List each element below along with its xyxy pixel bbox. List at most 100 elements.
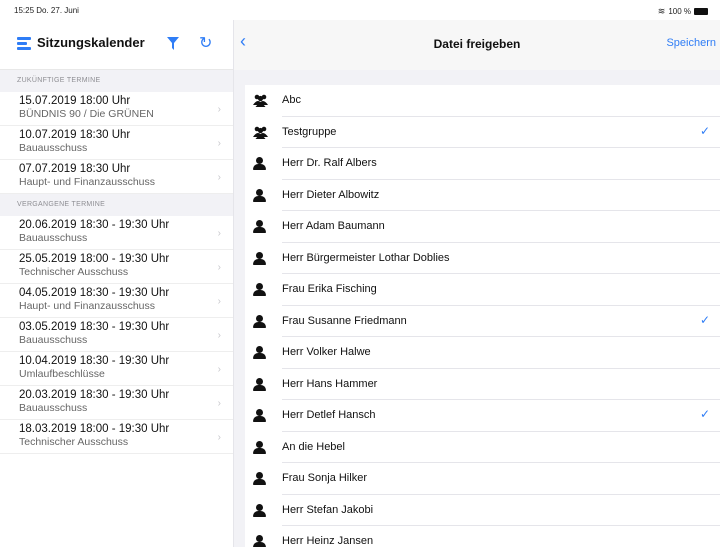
event-item[interactable]: 18.03.2019 18:00 - 19:30 Uhr Technischer … bbox=[0, 420, 233, 454]
chevron-right-icon: › bbox=[217, 296, 221, 307]
event-date: 07.07.2019 18:30 Uhr bbox=[19, 163, 131, 175]
save-button[interactable]: Speichern bbox=[666, 37, 716, 49]
recipient-name: Herr Heinz Jansen bbox=[282, 535, 374, 547]
recipient-name: Abc bbox=[282, 94, 301, 106]
recipient-row[interactable]: Frau Susanne Friedmann ✓ bbox=[245, 306, 720, 337]
group-icon bbox=[253, 126, 268, 139]
checkmark-icon: ✓ bbox=[699, 312, 710, 327]
filter-icon[interactable] bbox=[166, 36, 180, 52]
recipient-name: Frau Sonja Hilker bbox=[282, 472, 367, 484]
recipient-name: Herr Dr. Ralf Albers bbox=[282, 157, 377, 169]
recipient-row[interactable]: Herr Hans Hammer bbox=[245, 369, 720, 400]
refresh-icon[interactable]: ↻ bbox=[199, 33, 212, 53]
section-header: VERGANGENE TERMINE bbox=[0, 194, 233, 216]
recipient-name: Frau Susanne Friedmann bbox=[282, 314, 407, 327]
event-committee: Technischer Ausschuss bbox=[19, 436, 129, 448]
person-icon bbox=[253, 472, 267, 485]
chevron-right-icon: › bbox=[217, 172, 221, 183]
battery-label: 100 % bbox=[668, 7, 691, 16]
event-date: 04.05.2019 18:30 - 19:30 Uhr bbox=[19, 287, 170, 299]
event-item[interactable]: 04.05.2019 18:30 - 19:30 Uhr Haupt- und F… bbox=[0, 284, 233, 318]
sidebar-navbar: Sitzungskalender ↻ bbox=[0, 20, 233, 70]
status-time: 15:25 Do. 27. Juni bbox=[14, 6, 79, 15]
person-icon bbox=[253, 377, 267, 391]
recipient-name: An die Hebel bbox=[282, 440, 345, 453]
recipient-row[interactable]: Herr Volker Halwe bbox=[245, 337, 720, 369]
person-icon bbox=[253, 283, 267, 296]
status-battery: ≋ 100 % bbox=[658, 6, 708, 17]
recipient-name: Herr Stefan Jakobi bbox=[282, 503, 374, 516]
chevron-right-icon: › bbox=[217, 104, 221, 115]
person-icon bbox=[253, 503, 267, 517]
share-panel: ‹ Datei freigeben Speichern Abc Testgrupp… bbox=[234, 20, 720, 547]
recipient-row[interactable]: Testgruppe ✓ bbox=[245, 117, 720, 148]
event-date: 10.04.2019 18:30 - 19:30 Uhr bbox=[19, 355, 170, 367]
recipient-row[interactable]: Herr Dr. Ralf Albers bbox=[245, 148, 720, 180]
recipient-row[interactable]: Frau Erika Fisching bbox=[245, 274, 720, 306]
event-committee: Technischer Ausschuss bbox=[19, 266, 129, 278]
checkmark-icon: ✓ bbox=[699, 123, 710, 138]
recipient-row[interactable]: An die Hebel bbox=[245, 432, 720, 463]
event-item[interactable]: 10.04.2019 18:30 - 19:30 Uhr Umlaufbeschl… bbox=[0, 352, 233, 386]
recipient-name: Herr Bürgermeister Lothar Doblies bbox=[282, 251, 450, 264]
chevron-right-icon: › bbox=[217, 330, 221, 341]
person-icon bbox=[253, 220, 267, 233]
event-committee: Haupt- und Finanzausschuss bbox=[19, 300, 155, 312]
event-item[interactable]: 20.03.2019 18:30 - 19:30 Uhr Bauausschuss… bbox=[0, 386, 233, 420]
event-date: 15.07.2019 18:00 Uhr bbox=[19, 95, 131, 107]
recipient-name: Herr Volker Halwe bbox=[282, 346, 371, 358]
event-committee: Bauausschuss bbox=[19, 334, 88, 346]
recipient-name: Herr Dieter Albowitz bbox=[282, 188, 380, 201]
group-icon bbox=[253, 94, 268, 107]
recipient-row[interactable]: Herr Adam Baumann bbox=[245, 211, 720, 243]
recipient-name: Frau Erika Fisching bbox=[282, 283, 377, 295]
event-committee: BÜNDNIS 90 / Die GRÜNEN bbox=[19, 108, 154, 120]
event-committee: Haupt- und Finanzausschuss bbox=[19, 176, 155, 188]
event-item[interactable]: 10.07.2019 18:30 Uhr Bauausschuss › bbox=[0, 126, 233, 160]
event-date: 03.05.2019 18:30 - 19:30 Uhr bbox=[19, 321, 170, 333]
event-item[interactable]: 07.07.2019 18:30 Uhr Haupt- und Finanzaus… bbox=[0, 160, 233, 194]
recipient-name: Herr Adam Baumann bbox=[282, 220, 385, 232]
recipient-list: Abc Testgruppe ✓ Herr Dr. Ralf Albers Herr D… bbox=[245, 85, 720, 547]
recipient-name: Herr Hans Hammer bbox=[282, 377, 378, 390]
event-committee: Umlaufbeschlüsse bbox=[19, 368, 105, 380]
menu-icon[interactable] bbox=[17, 37, 31, 50]
recipient-row[interactable]: Herr Dieter Albowitz bbox=[245, 180, 720, 211]
recipient-row[interactable]: Abc bbox=[245, 85, 720, 117]
event-date: 25.05.2019 18:00 - 19:30 Uhr bbox=[19, 253, 170, 265]
event-date: 20.06.2019 18:30 - 19:30 Uhr bbox=[19, 219, 170, 231]
checkmark-icon: ✓ bbox=[699, 407, 710, 421]
person-icon bbox=[253, 409, 267, 422]
recipient-row[interactable]: Herr Bürgermeister Lothar Doblies bbox=[245, 243, 720, 274]
chevron-right-icon: › bbox=[217, 138, 221, 149]
chevron-right-icon: › bbox=[217, 364, 221, 375]
person-icon bbox=[253, 251, 267, 265]
event-committee: Bauausschuss bbox=[19, 402, 88, 414]
recipient-row[interactable]: Herr Heinz Jansen bbox=[245, 526, 720, 547]
recipient-row[interactable]: Herr Detlef Hansch ✓ bbox=[245, 400, 720, 432]
event-item[interactable]: 20.06.2019 18:30 - 19:30 Uhr Bauausschuss… bbox=[0, 216, 233, 250]
event-item[interactable]: 15.07.2019 18:00 Uhr BÜNDNIS 90 / Die GRÜ… bbox=[0, 92, 233, 126]
recipient-row[interactable]: Frau Sonja Hilker bbox=[245, 463, 720, 495]
recipient-row[interactable]: Herr Stefan Jakobi bbox=[245, 495, 720, 526]
event-committee: Bauausschuss bbox=[19, 232, 88, 244]
event-date: 18.03.2019 18:00 - 19:30 Uhr bbox=[19, 423, 170, 435]
chevron-right-icon: › bbox=[217, 432, 221, 443]
event-date: 20.03.2019 18:30 - 19:30 Uhr bbox=[19, 389, 170, 401]
chevron-right-icon: › bbox=[217, 262, 221, 273]
share-navbar: ‹ Datei freigeben Speichern bbox=[234, 20, 720, 70]
event-item[interactable]: 03.05.2019 18:30 - 19:30 Uhr Bauausschuss… bbox=[0, 318, 233, 352]
person-icon bbox=[253, 535, 267, 547]
event-sections: ZUKÜNFTIGE TERMINE 15.07.2019 18:00 Uhr BÜ… bbox=[0, 70, 233, 454]
person-icon bbox=[253, 440, 267, 454]
wifi-icon: ≋ bbox=[657, 6, 666, 16]
person-icon bbox=[253, 157, 267, 170]
chevron-right-icon: › bbox=[217, 398, 221, 409]
recipient-name: Testgruppe bbox=[282, 125, 337, 138]
event-date: 10.07.2019 18:30 Uhr bbox=[19, 129, 131, 141]
event-item[interactable]: 25.05.2019 18:00 - 19:30 Uhr Technischer … bbox=[0, 250, 233, 284]
battery-icon bbox=[694, 8, 708, 15]
event-committee: Bauausschuss bbox=[19, 142, 88, 154]
sidebar-title: Sitzungskalender bbox=[37, 35, 145, 50]
recipient-name: Herr Detlef Hansch bbox=[282, 409, 376, 421]
